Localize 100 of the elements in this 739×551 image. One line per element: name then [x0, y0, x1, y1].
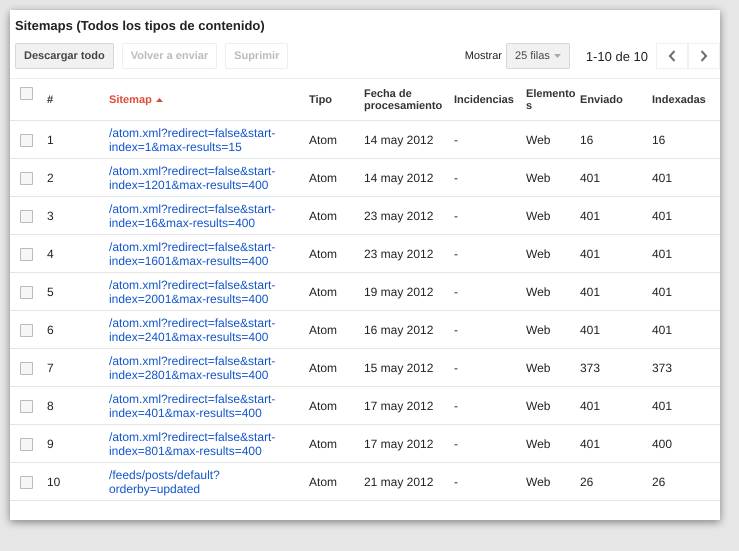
table-cell: Web	[526, 170, 550, 184]
table-cell: 6	[47, 322, 54, 336]
chevron-right-icon	[700, 50, 708, 62]
select-all-checkbox[interactable]	[20, 87, 33, 100]
sitemap-link[interactable]: /atom.xml?redirect=false&start-index=801&max-results=400	[109, 430, 305, 458]
table-cell: Web	[526, 360, 550, 374]
column-header[interactable]: Enviado	[580, 78, 652, 120]
table-cell: 401	[652, 246, 672, 260]
table-cell: -	[454, 436, 458, 450]
table-cell: 5	[47, 284, 54, 298]
sitemap-link[interactable]: /atom.xml?redirect=false&start-index=1&max-results=15	[109, 126, 305, 154]
sitemap-link[interactable]: /atom.xml?redirect=false&start-index=2801&max-results=400	[109, 354, 305, 382]
sitemap-link[interactable]: /atom.xml?redirect=false&start-index=16&max-results=400	[109, 202, 305, 230]
sitemap-link[interactable]: /atom.xml?redirect=false&start-index=401&max-results=400	[109, 392, 305, 420]
pagination-text: 1-10 de 10	[586, 48, 648, 64]
column-header[interactable]: Tipo	[309, 78, 364, 120]
row-checkbox[interactable]	[20, 210, 33, 223]
table-cell: -	[454, 474, 458, 488]
table-cell: Atom	[309, 360, 338, 374]
table-cell: 16 may 2012	[364, 322, 434, 336]
sitemap-link[interactable]: /atom.xml?redirect=false&start-index=1201&max-results=400	[109, 164, 305, 192]
table-cell: Web	[526, 436, 550, 450]
table-cell: 401	[580, 436, 600, 450]
table-cell: 19 may 2012	[364, 284, 434, 298]
previous-page-button[interactable]	[656, 43, 688, 69]
sitemap-link[interactable]: /atom.xml?redirect=false&start-index=2001&max-results=400	[109, 278, 305, 306]
table-cell: 26	[580, 474, 594, 488]
table-cell: 401	[652, 284, 672, 298]
table-cell: 3	[47, 208, 54, 222]
table-cell: 21 may 2012	[364, 474, 434, 488]
rows-dropdown[interactable]: 25 filas	[506, 43, 570, 69]
row-checkbox[interactable]	[20, 400, 33, 413]
row-checkbox[interactable]	[20, 438, 33, 451]
sitemap-link[interactable]: /atom.xml?redirect=false&start-index=1601&max-results=400	[109, 240, 305, 268]
table-cell: 16	[580, 132, 594, 146]
table-cell: -	[454, 322, 458, 336]
sort-ascending-icon	[156, 98, 163, 102]
column-header[interactable]: Elementos	[526, 78, 580, 120]
column-header[interactable]: Sitemap	[109, 78, 309, 120]
table-cell: 9	[47, 436, 54, 450]
table-cell: Atom	[309, 170, 338, 184]
table-cell: 401	[652, 208, 672, 222]
row-checkbox[interactable]	[20, 134, 33, 147]
table-cell: -	[454, 398, 458, 412]
panel-title: Sitemaps (Todos los tipos de contenido)	[14, 17, 266, 33]
chevron-left-icon	[668, 50, 676, 62]
sitemap-link[interactable]: /atom.xml?redirect=false&start-index=2401&max-results=400	[109, 316, 305, 344]
table-cell: Atom	[309, 208, 338, 222]
table-cell: 401	[580, 284, 600, 298]
table-cell: 401	[580, 322, 600, 336]
table-cell: 17 may 2012	[364, 398, 434, 412]
table-cell: -	[454, 170, 458, 184]
table-cell: 10	[47, 474, 60, 488]
table-cell: 14 may 2012	[364, 170, 434, 184]
table-cell: Web	[526, 474, 550, 488]
table-cell: -	[454, 246, 458, 260]
table-cell: Atom	[309, 284, 338, 298]
column-header[interactable]: #	[47, 78, 109, 120]
table-cell: -	[454, 360, 458, 374]
row-checkbox[interactable]	[20, 172, 33, 185]
column-header[interactable]: Indexadas	[652, 78, 720, 120]
table-cell: Atom	[309, 436, 338, 450]
table-cell: 401	[580, 246, 600, 260]
table-cell: 4	[47, 246, 54, 260]
row-checkbox[interactable]	[20, 324, 33, 337]
table-cell: Atom	[309, 132, 338, 146]
table-cell: 400	[652, 436, 672, 450]
table-cell: 373	[652, 360, 672, 374]
next-page-button[interactable]	[688, 43, 720, 69]
table-cell: Web	[526, 132, 550, 146]
table-cell: 401	[652, 170, 672, 184]
row-checkbox[interactable]	[20, 286, 33, 299]
toolbar-button[interactable]: Descargar todo	[15, 43, 114, 69]
row-checkbox[interactable]	[20, 248, 33, 261]
table-cell: -	[454, 284, 458, 298]
table-cell: Atom	[309, 398, 338, 412]
table-cell: -	[454, 132, 458, 146]
table-cell: 8	[47, 398, 54, 412]
table-cell: 1	[47, 132, 54, 146]
row-checkbox[interactable]	[20, 362, 33, 375]
table-cell: 401	[580, 170, 600, 184]
table-cell: 23 may 2012	[364, 246, 434, 260]
table-cell: 15 may 2012	[364, 360, 434, 374]
table-cell: Atom	[309, 246, 338, 260]
table-cell: -	[454, 208, 458, 222]
table-cell: Web	[526, 398, 550, 412]
row-checkbox[interactable]	[20, 476, 33, 489]
sitemap-link[interactable]: /feeds/posts/default? orderby=updated	[109, 468, 220, 496]
table-cell: 16	[652, 132, 666, 146]
table-cell: 401	[652, 398, 672, 412]
table-cell: Atom	[309, 474, 338, 488]
table-cell: Web	[526, 284, 550, 298]
table-cell: 2	[47, 170, 54, 184]
column-header[interactable]: Fecha de procesamiento	[364, 78, 454, 120]
column-header[interactable]: Incidencias	[454, 78, 526, 120]
table-cell: Atom	[309, 322, 338, 336]
table-cell: Web	[526, 246, 550, 260]
table-cell: 14 may 2012	[364, 132, 434, 146]
show-label: Mostrar	[464, 50, 502, 62]
table-cell: 26	[652, 474, 666, 488]
